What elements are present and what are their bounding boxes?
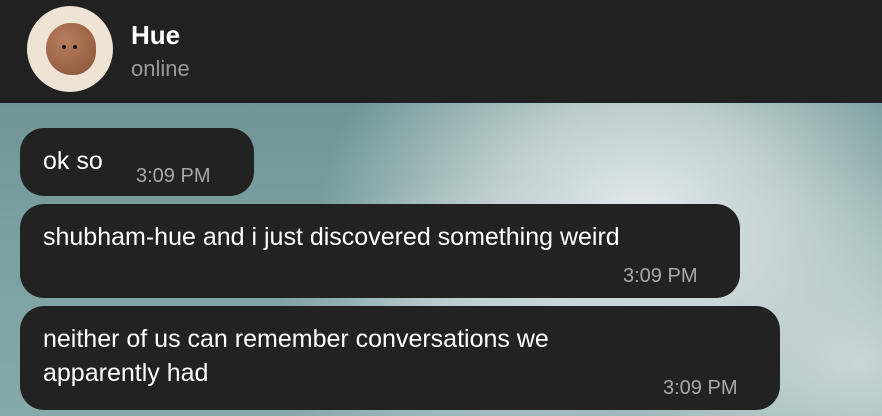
chat-window: Hue online ok so 3:09 PM shubham-hue and… <box>0 0 882 416</box>
contact-avatar[interactable] <box>27 6 113 92</box>
message-text: ok so <box>43 147 103 175</box>
cookie-face-icon <box>46 23 96 75</box>
message-time: 3:09 PM <box>623 265 698 287</box>
contact-status: online <box>131 56 190 81</box>
message-bubble[interactable]: ok so 3:09 PM <box>20 128 254 196</box>
chat-header: Hue online <box>0 0 882 103</box>
message-text: neither of us can remember conversations… <box>43 325 549 387</box>
contact-name[interactable]: Hue <box>131 20 180 50</box>
message-text: shubham-hue and i just discovered someth… <box>43 223 620 251</box>
message-bubble[interactable]: neither of us can remember conversations… <box>20 306 780 410</box>
avatar-right-eye <box>73 45 77 49</box>
message-bubble[interactable]: shubham-hue and i just discovered someth… <box>20 204 740 298</box>
message-time: 3:09 PM <box>136 165 211 187</box>
message-time: 3:09 PM <box>663 377 738 399</box>
avatar-left-eye <box>62 45 66 49</box>
